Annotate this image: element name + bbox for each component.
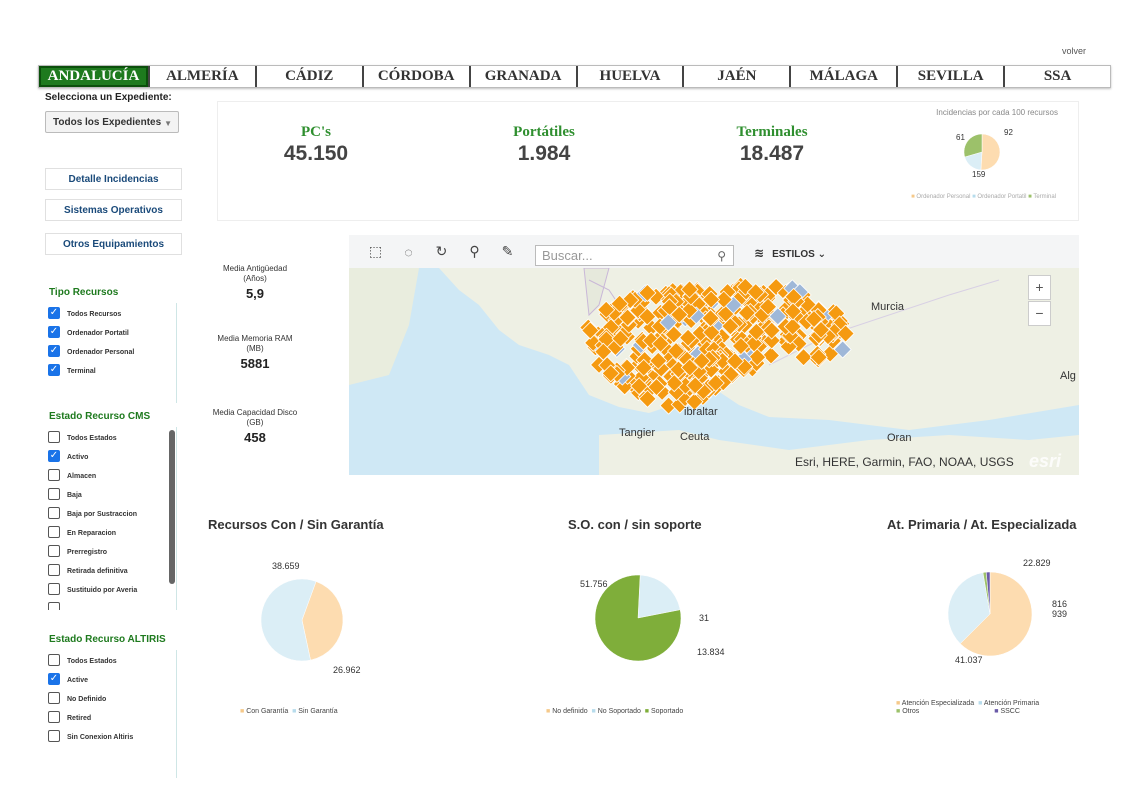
data-label: 38.659 <box>272 561 300 571</box>
data-label: 13.834 <box>697 647 725 657</box>
legend-soportado: Soportado <box>650 708 684 715</box>
data-label: 26.962 <box>333 665 361 675</box>
legend-no-soportado: No Soportado <box>597 708 641 715</box>
legend-primaria: Atención Primaria <box>983 700 1040 707</box>
data-label: 939 <box>1052 609 1067 619</box>
legend-especializada: Atención Especializada <box>901 700 975 707</box>
legend-sin-garantia: Sin Garantía <box>298 708 338 715</box>
chart-garantia-title: Recursos Con / Sin Garantía <box>208 517 384 532</box>
chart-soporte-title: S.O. con / sin soporte <box>568 517 702 532</box>
chart-atencion-title: At. Primaria / At. Especializada <box>887 517 1077 532</box>
legend-con-garantia: Con Garantía <box>246 708 289 715</box>
data-label: 31 <box>699 613 709 623</box>
legend-sscc: SSCC <box>1000 708 1020 715</box>
data-label: 816 <box>1052 599 1067 609</box>
data-label: 159 <box>972 170 986 179</box>
chart-garantia-legend: ■ Con Garantía ■ Sin Garantía <box>240 708 338 715</box>
pie-slice[interactable] <box>980 133 1001 171</box>
legend-no-definido: No definido <box>552 708 588 715</box>
data-label: 61 <box>956 133 965 142</box>
data-label: 22.829 <box>1023 558 1051 568</box>
data-label: 51.756 <box>580 579 608 589</box>
data-label: 41.037 <box>955 655 983 665</box>
chart-soporte-legend: ■ No definido ■ No Soportado ■ Soportado <box>546 708 684 715</box>
charts-layer: 159 61 92 26.962 38.659 31 13.834 51.756 41.037 2… <box>260 128 1067 675</box>
chart-atencion-legend: ■ Atención Especializada ■ Atención Prim… <box>896 700 1040 715</box>
data-label: 92 <box>1004 128 1013 137</box>
legend-otros: Otros <box>902 708 920 715</box>
